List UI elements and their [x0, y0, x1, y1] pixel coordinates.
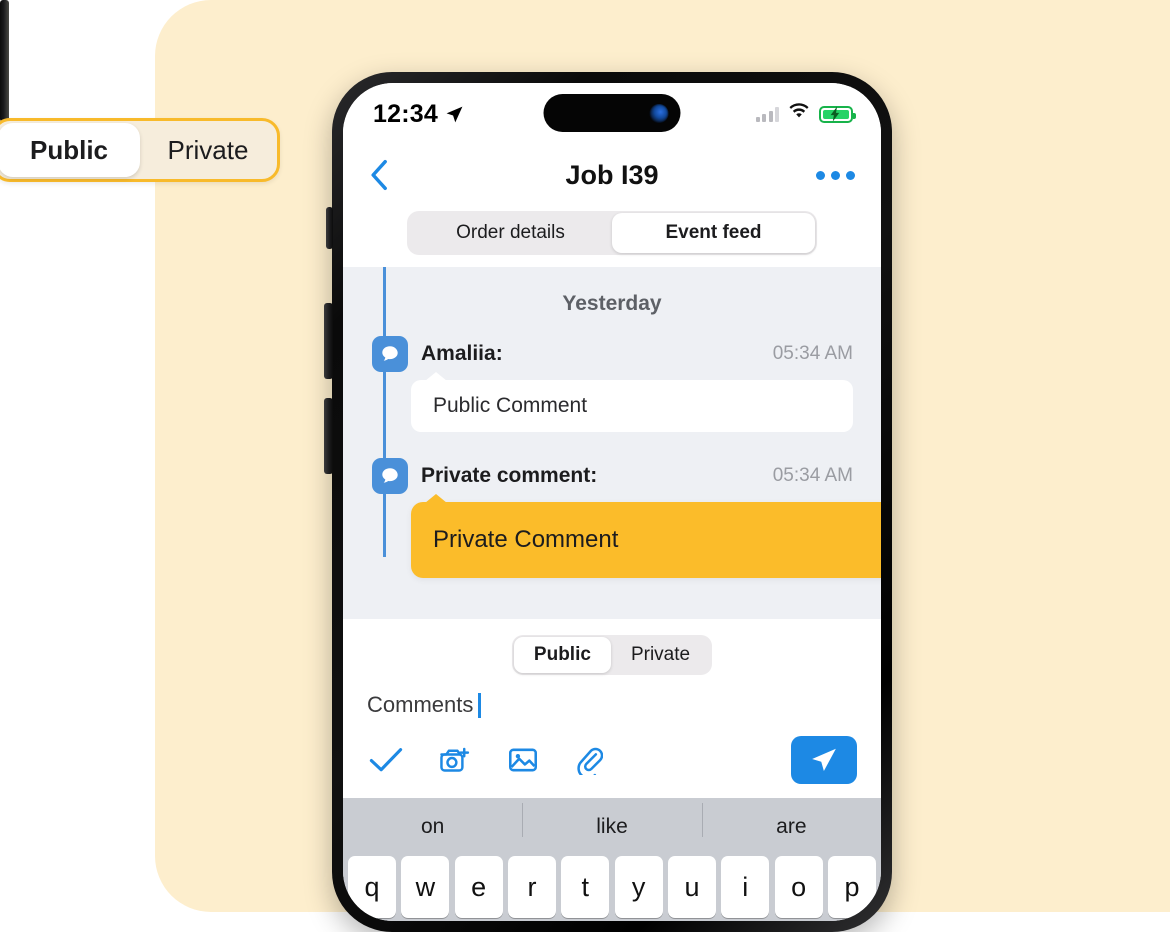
feed-event-body: Public Comment: [433, 394, 588, 417]
event-feed: Yesterday Amaliia: 05:34 AM Public Comme…: [343, 267, 881, 619]
back-button[interactable]: [369, 159, 388, 191]
feed-event-author: Amaliia:: [421, 342, 503, 365]
status-bar: 12:34: [343, 83, 881, 145]
chevron-left-icon: [371, 159, 387, 191]
key-e[interactable]: e: [454, 856, 503, 918]
location-arrow-icon: [445, 105, 464, 124]
keyboard-suggestion[interactable]: are: [701, 803, 881, 839]
key-w[interactable]: w: [401, 856, 450, 918]
feed-event-body: Private Comment: [433, 526, 619, 553]
callout-option-public-label: Public: [29, 134, 108, 165]
composer-action-bar: [343, 736, 881, 784]
key-q[interactable]: q: [348, 856, 396, 918]
feed-event-card-public[interactable]: Public Comment: [411, 372, 853, 432]
callout-visibility-toggle[interactable]: Public Private: [0, 118, 280, 182]
status-bar-indicators: [755, 103, 856, 125]
feed-event-time: 05:34 AM: [772, 465, 853, 486]
comment-input-value: Comments: [367, 692, 474, 717]
keyboard-row-top: q w e r t y u i o p: [343, 856, 881, 918]
feed-event-author: Private comment:: [421, 464, 598, 487]
volume-up-button[interactable]: [324, 303, 333, 379]
status-bar-time: 12:34: [373, 99, 438, 128]
more-horizontal-icon-dot: [831, 170, 840, 180]
more-options-button[interactable]: [816, 170, 855, 180]
feed-event-header: Amaliia: 05:34 AM: [343, 336, 881, 372]
cellular-signal-icon: [755, 106, 779, 122]
front-camera-icon: [649, 103, 669, 123]
keyboard-suggestion-bar: on like are: [343, 798, 881, 856]
camera-add-icon[interactable]: [439, 746, 471, 774]
keyboard-suggestion[interactable]: on: [343, 815, 522, 839]
volume-down-button[interactable]: [324, 398, 333, 474]
callout-option-public[interactable]: Public: [0, 123, 140, 177]
paperclip-icon[interactable]: [575, 745, 603, 775]
key-o[interactable]: o: [774, 856, 823, 918]
dynamic-island: [543, 94, 681, 132]
feed-day-label: Yesterday: [562, 292, 662, 315]
phone-screen: 12:34 Job I39 Order details Event feed Y…: [343, 83, 881, 921]
page-title: Job I39: [565, 159, 659, 190]
comment-bubble-icon: [372, 458, 408, 494]
text-caret: [478, 692, 481, 718]
comment-input[interactable]: Comments: [367, 692, 881, 718]
key-i[interactable]: i: [721, 856, 770, 918]
key-r[interactable]: r: [507, 856, 556, 918]
feed-event-time: 05:34 AM: [772, 343, 853, 364]
send-paper-plane-icon: [812, 748, 836, 771]
battery-charging-icon: [819, 105, 856, 123]
tab-order-details[interactable]: Order details: [409, 213, 612, 253]
wifi-icon: [788, 103, 810, 125]
power-button[interactable]: [0, 0, 9, 122]
callout-option-private-label: Private: [167, 134, 249, 165]
comment-composer: Public Private Comments: [343, 619, 881, 798]
page-root: Public Private 12:34 Job I39 Order detai…: [0, 0, 1170, 932]
image-icon[interactable]: [507, 746, 539, 774]
composer-visibility-wrap: Public Private: [343, 635, 881, 675]
key-p[interactable]: p: [827, 856, 876, 918]
send-button[interactable]: [791, 736, 857, 784]
composer-option-private[interactable]: Private: [611, 637, 710, 673]
silent-switch-button[interactable]: [326, 207, 333, 249]
composer-option-private-label: Private: [630, 644, 691, 665]
composer-option-public[interactable]: Public: [513, 637, 611, 673]
feed-event-header: Private comment: 05:34 AM: [343, 458, 881, 494]
key-t[interactable]: t: [561, 856, 610, 918]
more-horizontal-icon-dot: [816, 170, 825, 180]
tab-group[interactable]: Order details Event feed: [407, 211, 817, 255]
feed-event-public: Amaliia: 05:34 AM Public Comment: [343, 336, 881, 432]
composer-visibility-toggle[interactable]: Public Private: [511, 635, 713, 675]
checkmark-icon[interactable]: [369, 746, 403, 774]
feed-event-private: Private comment: 05:34 AM Private Commen…: [343, 458, 881, 578]
tab-event-feed[interactable]: Event feed: [612, 213, 815, 253]
navigation-bar: Job I39: [343, 145, 881, 205]
key-u[interactable]: u: [667, 856, 716, 918]
feed-event-card-private[interactable]: Private Comment: [411, 494, 881, 578]
comment-bubble-icon: [372, 336, 408, 372]
callout-option-private[interactable]: Private: [140, 123, 276, 177]
composer-option-public-label: Public: [533, 644, 591, 665]
more-horizontal-icon-dot: [846, 170, 855, 180]
tab-bar: Order details Event feed: [343, 205, 881, 267]
phone-frame: 12:34 Job I39 Order details Event feed Y…: [332, 72, 892, 932]
key-y[interactable]: y: [614, 856, 663, 918]
tab-order-details-label: Order details: [456, 222, 565, 243]
tab-event-feed-label: Event feed: [665, 222, 762, 243]
on-screen-keyboard: on like are q w e r t y u i o p: [343, 798, 881, 921]
keyboard-suggestion[interactable]: like: [522, 803, 701, 839]
